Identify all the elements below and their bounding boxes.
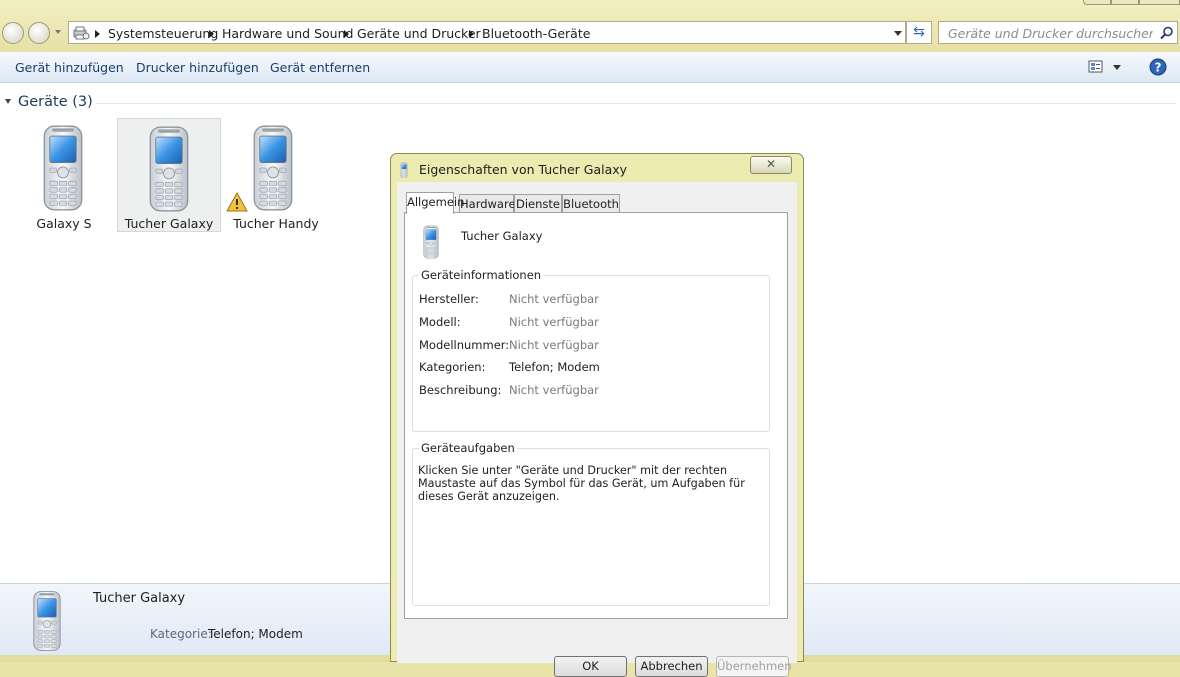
ok-button[interactable]: OK — [554, 656, 627, 677]
group-collapse-icon[interactable] — [5, 99, 11, 104]
add-device-button[interactable]: Gerät hinzufügen — [15, 60, 124, 75]
breadcrumb-systemsteuerung[interactable]: Systemsteuerung — [108, 26, 218, 41]
cancel-button[interactable]: Abbrechen — [635, 656, 708, 677]
description-label: Beschreibung: — [419, 383, 502, 397]
properties-dialog: Eigenschaften von Tucher Galaxy ✕ Allgem… — [390, 153, 804, 677]
device-tasks-legend: Geräteaufgaben — [419, 441, 517, 455]
device-info-legend: Geräteinformationen — [419, 268, 544, 282]
tab-bluetooth[interactable]: Bluetooth — [562, 194, 620, 213]
phone-icon — [250, 124, 296, 212]
breadcrumb-bluetooth-geraete[interactable]: Bluetooth-Geräte — [482, 26, 590, 41]
minimize-button[interactable] — [1083, 0, 1111, 5]
details-device-name: Tucher Galaxy — [93, 591, 186, 606]
devices-printers-icon — [73, 26, 90, 40]
device-galaxy-s[interactable]: Galaxy S — [12, 118, 116, 232]
dialog-title: Eigenschaften von Tucher Galaxy — [419, 162, 628, 177]
details-category-label: Kategorie: — [150, 627, 212, 641]
search-icon[interactable] — [1160, 26, 1174, 40]
refresh-icon[interactable]: ⇆ — [906, 21, 932, 44]
dialog-close-button[interactable]: ✕ — [750, 156, 792, 174]
tab-dienste[interactable]: Dienste — [514, 194, 562, 213]
apply-button[interactable]: Übernehmen — [716, 656, 792, 677]
model-label: Modell: — [419, 315, 461, 329]
tab-allgemein[interactable]: Allgemein — [406, 192, 464, 214]
help-icon[interactable]: ? — [1149, 58, 1167, 76]
manufacturer-value: Nicht verfügbar — [509, 292, 599, 306]
device-tasks-text: Klicken Sie unter "Geräte und Drucker" m… — [418, 464, 745, 503]
breadcrumb-geraete-und-drucker[interactable]: Geräte und Drucker — [357, 26, 481, 41]
svg-text:?: ? — [1155, 61, 1162, 75]
device-tucher-galaxy[interactable]: Tucher Galaxy — [117, 118, 221, 232]
group-divider — [96, 103, 1176, 104]
breadcrumb-arrow-icon — [209, 30, 214, 38]
details-category-value: Telefon; Modem — [208, 627, 303, 641]
device-label: Tucher Galaxy — [124, 216, 214, 231]
model-value: Nicht verfügbar — [509, 315, 599, 329]
phone-icon — [30, 590, 64, 652]
description-value: Nicht verfügbar — [509, 383, 599, 397]
device-info-group: Geräteinformationen Hersteller: Nicht ve… — [412, 268, 770, 432]
maximize-button[interactable] — [1111, 0, 1139, 5]
phone-icon — [40, 124, 86, 212]
tab-hardware[interactable]: Hardware — [459, 194, 516, 213]
categories-value: Telefon; Modem — [509, 360, 600, 374]
breadcrumb-arrow-icon — [469, 30, 474, 38]
address-dropdown-icon[interactable] — [894, 31, 902, 36]
address-bar[interactable]: Systemsteuerung Hardware und Sound Gerät… — [68, 21, 906, 44]
device-tucher-handy[interactable]: Tucher Handy — [222, 118, 326, 232]
breadcrumb-arrow-icon — [95, 30, 100, 38]
model-number-value: Nicht verfügbar — [509, 338, 599, 352]
back-button[interactable] — [2, 22, 24, 44]
dialog-device-name: Tucher Galaxy — [461, 229, 543, 243]
device-label: Tucher Handy — [233, 216, 319, 231]
window-top-edge — [0, 0, 1180, 6]
command-bar: Gerät hinzufügen Drucker hinzufügen Gerä… — [0, 52, 1180, 83]
device-label: Galaxy S — [36, 216, 92, 231]
phone-icon — [146, 125, 192, 213]
dialog-client: Allgemein Hardware Dienste Bluetooth Tuc… — [397, 182, 797, 677]
remove-device-button[interactable]: Gerät entfernen — [270, 60, 370, 75]
device-tasks-group: Geräteaufgaben Klicken Sie unter "Geräte… — [412, 441, 770, 606]
search-input[interactable] — [946, 23, 1155, 44]
history-dropdown-icon[interactable] — [55, 30, 61, 34]
add-printer-button[interactable]: Drucker hinzufügen — [136, 60, 259, 75]
phone-icon — [399, 162, 409, 178]
breadcrumb-arrow-icon — [344, 30, 349, 38]
model-number-label: Modellnummer: — [419, 338, 510, 352]
manufacturer-label: Hersteller: — [419, 292, 479, 306]
view-options-icon[interactable] — [1088, 60, 1104, 74]
warning-icon — [226, 192, 248, 212]
breadcrumb-hardware-und-sound[interactable]: Hardware und Sound — [222, 26, 353, 41]
forward-button[interactable] — [28, 22, 50, 44]
view-dropdown-icon[interactable] — [1113, 65, 1121, 70]
categories-label: Kategorien: — [419, 360, 486, 374]
window-close-button[interactable] — [1139, 0, 1180, 5]
tab-panel-allgemein: Tucher Galaxy Geräteinformationen Herste… — [404, 212, 788, 619]
group-header[interactable]: Geräte (3) — [18, 94, 93, 110]
phone-icon — [422, 225, 440, 259]
search-box[interactable] — [938, 21, 1178, 44]
